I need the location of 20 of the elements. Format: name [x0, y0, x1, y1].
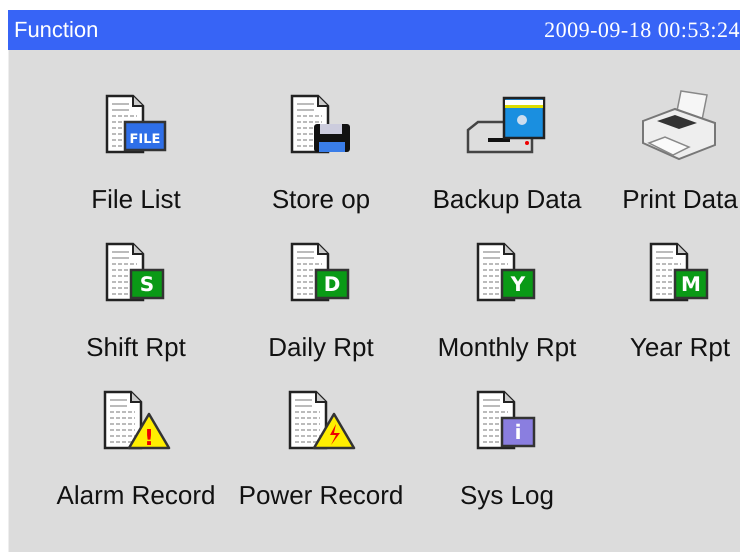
function-label[interactable]: Year Rpt — [630, 332, 730, 363]
function-label[interactable]: Backup Data — [432, 184, 582, 215]
function-label[interactable]: Power Record — [238, 480, 404, 511]
date-time: 2009-09-18 00:53:24 — [544, 17, 740, 43]
function-label[interactable]: Monthly Rpt — [438, 332, 576, 363]
function-label[interactable]: Daily Rpt — [268, 332, 374, 363]
window-title: Function — [14, 17, 98, 43]
function-label[interactable]: Shift Rpt — [86, 332, 186, 363]
badge-label: FILE — [130, 132, 160, 147]
badge-label: S — [140, 272, 154, 296]
function-label[interactable]: Alarm Record — [56, 480, 216, 511]
function-label[interactable]: Sys Log — [460, 480, 554, 511]
badge-label: D — [324, 272, 340, 296]
badge-label: Y — [510, 272, 526, 296]
function-label[interactable]: Print Data — [622, 184, 738, 215]
function-label[interactable]: File List — [91, 184, 181, 215]
badge-label: M — [681, 272, 701, 296]
exclamation-mark: ! — [144, 426, 154, 451]
function-label[interactable]: Store op — [272, 184, 370, 215]
badge-label: i — [514, 420, 522, 444]
